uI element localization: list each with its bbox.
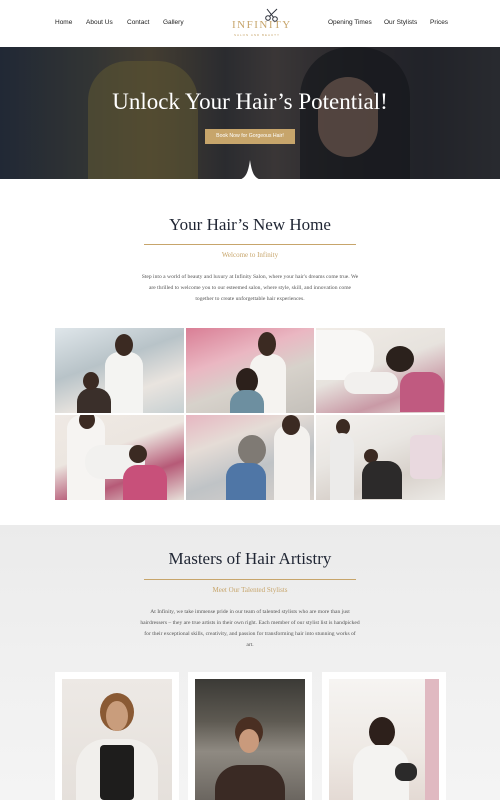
nav-link-contact[interactable]: Contact <box>127 19 149 26</box>
welcome-divider <box>144 244 356 245</box>
stylist-photo <box>329 679 439 800</box>
hero-divider-notch <box>236 160 264 180</box>
stylists-title: Masters of Hair Artistry <box>168 549 332 568</box>
gallery-photo[interactable] <box>55 415 184 500</box>
scissors-icon <box>265 8 278 22</box>
hero-headline: Unlock Your Hair’s Potential! <box>112 89 388 114</box>
logo-tagline: SALON AND BEAUTY <box>234 33 281 37</box>
stylist-card[interactable] <box>188 672 312 800</box>
stylists-body-text: At Infinity, we take immense pride in ou… <box>140 609 360 648</box>
gallery-photo[interactable] <box>316 415 445 500</box>
site-logo[interactable]: INFINITY SALON AND BEAUTY <box>226 8 290 38</box>
stylist-photo <box>195 679 305 800</box>
nav-link-about-us[interactable]: About Us <box>86 19 113 26</box>
nav-link-gallery[interactable]: Gallery <box>163 19 184 26</box>
nav-link-home[interactable]: Home <box>55 19 72 26</box>
nav-link-opening-times[interactable]: Opening Times <box>328 19 372 26</box>
stylist-photo <box>62 679 172 800</box>
stylists-divider <box>144 579 356 580</box>
gallery-photo[interactable] <box>185 415 315 500</box>
salon-photo-gallery <box>55 328 445 500</box>
welcome-title: Your Hair’s New Home <box>169 215 331 234</box>
stylist-card[interactable] <box>55 672 179 800</box>
stylist-card[interactable] <box>322 672 446 800</box>
book-now-button[interactable]: Book Now for Gorgeous Hair! <box>205 129 295 144</box>
gallery-photo[interactable] <box>185 328 315 413</box>
welcome-body-text: Step into a world of beauty and luxury a… <box>141 274 359 302</box>
stylists-subtitle: Meet Our Talented Stylists <box>212 586 288 594</box>
gallery-photo[interactable] <box>316 328 445 413</box>
nav-link-our-stylists[interactable]: Our Stylists <box>384 19 417 26</box>
welcome-subtitle: Welcome to Infinity <box>221 251 279 259</box>
logo-wordmark: INFINITY <box>232 19 292 31</box>
nav-link-prices[interactable]: Prices <box>430 19 448 26</box>
top-navigation: Home About Us Contact Gallery INFINITY S… <box>0 0 500 47</box>
gallery-photo[interactable] <box>55 328 184 413</box>
